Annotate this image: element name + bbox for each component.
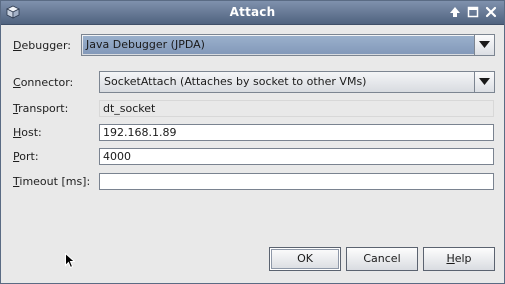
debugger-label: Debugger: bbox=[13, 39, 71, 52]
debugger-value: Java Debugger (JPDA) bbox=[83, 36, 474, 54]
host-input[interactable]: 192.168.1.89 bbox=[99, 124, 494, 141]
debugger-combo[interactable]: Java Debugger (JPDA) bbox=[81, 34, 495, 56]
title-bar[interactable]: Attach bbox=[1, 1, 504, 25]
port-label: Port: bbox=[13, 150, 39, 163]
connector-dropdown-button[interactable] bbox=[474, 72, 494, 92]
timeout-label: Timeout [ms]: bbox=[13, 175, 91, 188]
timeout-input[interactable] bbox=[99, 173, 494, 190]
cancel-button[interactable]: Cancel bbox=[346, 247, 418, 271]
restore-icon[interactable] bbox=[467, 6, 479, 18]
window-title: Attach bbox=[229, 5, 276, 19]
transport-field: dt_socket bbox=[99, 100, 494, 117]
ok-button[interactable]: OK bbox=[269, 247, 341, 271]
host-label: Host: bbox=[13, 126, 42, 139]
transport-label: Transport: bbox=[13, 102, 69, 115]
connector-label: Connector: bbox=[13, 76, 74, 89]
connector-combo[interactable]: SocketAttach (Attaches by socket to othe… bbox=[99, 71, 495, 93]
help-button[interactable]: Help bbox=[423, 247, 495, 271]
chevron-down-icon bbox=[479, 41, 490, 48]
maximize-arrow-icon[interactable] bbox=[449, 6, 461, 18]
mouse-pointer-icon bbox=[65, 253, 75, 269]
connector-value: SocketAttach (Attaches by socket to othe… bbox=[104, 75, 367, 88]
port-input[interactable]: 4000 bbox=[99, 148, 494, 165]
dialog-content: Debugger: Java Debugger (JPDA) Connector… bbox=[1, 25, 504, 283]
debugger-dropdown-button[interactable] bbox=[474, 35, 494, 55]
attach-dialog: Attach Debugger: Java Debugger (JPDA) Co… bbox=[0, 0, 505, 284]
close-icon[interactable] bbox=[485, 6, 497, 18]
chevron-down-icon bbox=[479, 78, 490, 85]
